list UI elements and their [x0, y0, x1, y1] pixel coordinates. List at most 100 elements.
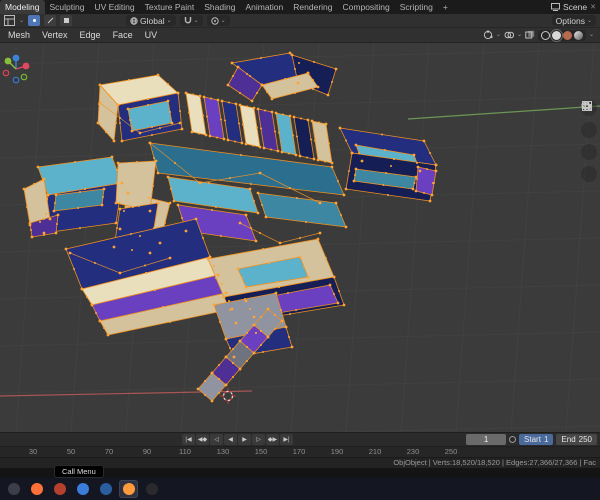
material-shading-button[interactable] — [562, 30, 572, 40]
chevron-down-icon: ⌄ — [220, 17, 226, 24]
viewport-controls — [581, 100, 597, 182]
edge-select-button[interactable] — [44, 15, 57, 26]
blender-icon — [122, 483, 135, 495]
frame-end-field[interactable]: End 250 — [556, 434, 597, 445]
tab-uv-editing[interactable]: UV Editing — [89, 0, 139, 14]
gizmo-toggle-icon[interactable] — [483, 30, 493, 40]
jump-to-start-button[interactable]: |◀ — [182, 434, 195, 445]
frame-range-controls: 1 Start 1 End 250 — [466, 434, 597, 445]
overlays-toggle-icon[interactable] — [504, 30, 514, 40]
add-workspace-button[interactable]: + — [438, 0, 453, 14]
chevron-down-icon[interactable]: ⌄ — [589, 32, 594, 38]
rendered-shading-button[interactable] — [573, 30, 583, 40]
cursor-3d — [220, 388, 236, 404]
face-select-button[interactable] — [60, 15, 73, 26]
mesh-statistics: ObjObject | Verts:18,520/18,520 | Edges:… — [393, 458, 596, 467]
tab-rendering[interactable]: Rendering — [288, 0, 337, 14]
face-icon — [63, 18, 69, 23]
tool-header: ⌄ Global ⌄ ⌄ ⌄ Options ⌄ — [0, 14, 600, 28]
menu-mesh[interactable]: Mesh — [2, 28, 36, 43]
tab-texture-paint[interactable]: Texture Paint — [140, 0, 200, 14]
edge-icon — [47, 17, 53, 24]
scene-icon — [551, 3, 561, 11]
end-value: 250 — [578, 435, 592, 444]
screen: { "topbar": { "tabs": [ {"label": "Model… — [0, 0, 600, 500]
start-value: 1 — [543, 435, 549, 444]
tab-scripting[interactable]: Scripting — [395, 0, 438, 14]
frame-start-field[interactable]: Start 1 — [519, 434, 554, 445]
current-frame-field[interactable]: 1 — [466, 434, 507, 445]
scene-unlink-icon[interactable]: ✕ — [590, 3, 596, 11]
prev-keyframe-button[interactable]: ◀◆ — [196, 434, 209, 445]
taskbar-app-firefox[interactable] — [27, 480, 46, 498]
prev-frame-button[interactable]: ◀ — [224, 434, 237, 445]
taskbar-app-edge[interactable] — [73, 480, 92, 498]
menu-bar: Mesh Vertex Edge Face UV ⌄ ⌄ ⌄ — [0, 28, 600, 43]
ortho-toggle-button[interactable] — [581, 101, 597, 182]
xray-toggle-icon[interactable] — [525, 30, 535, 40]
scene-selector[interactable]: Scene — [563, 2, 587, 12]
options-dropdown[interactable]: Options ⌄ — [551, 15, 596, 26]
proportional-edit-icon — [210, 16, 219, 25]
timeline-header: |◀ ◀◆ ◁ ◀ ▶ ▷ ◆▶ ▶| 1 Start 1 End 250 — [0, 432, 600, 446]
dark-app-icon — [145, 483, 158, 495]
jump-to-end-button[interactable]: ▶| — [280, 434, 293, 445]
solid-shading-button[interactable] — [549, 28, 563, 42]
taskbar-app-window[interactable] — [4, 480, 23, 498]
navigation-gizmo[interactable] — [0, 53, 32, 85]
taskbar — [0, 478, 600, 500]
tab-compositing[interactable]: Compositing — [338, 0, 395, 14]
chevron-down-icon: ⌄ — [193, 17, 199, 24]
browser-icon — [53, 483, 66, 495]
call-menu-tooltip: Call Menu — [54, 465, 104, 478]
chevron-down-icon[interactable]: ⌄ — [517, 32, 522, 38]
playback-controls: |◀ ◀◆ ◁ ◀ ▶ ▷ ◆▶ ▶| — [182, 434, 293, 445]
taskbar-app-blender[interactable] — [119, 480, 138, 498]
menu-face[interactable]: Face — [107, 28, 139, 43]
edge-icon — [76, 483, 89, 495]
menu-vertex[interactable]: Vertex — [36, 28, 74, 43]
play-reverse-button[interactable]: ◁ — [210, 434, 223, 445]
chevron-down-icon: ⌄ — [19, 17, 25, 24]
firefox-icon — [30, 483, 43, 495]
transform-orientation-dropdown[interactable]: Global ⌄ — [126, 15, 176, 26]
vscode-icon — [99, 483, 112, 495]
play-button[interactable]: ▷ — [252, 434, 265, 445]
chevron-down-icon[interactable]: ⌄ — [496, 32, 501, 38]
next-frame-button[interactable]: ▶ — [238, 434, 251, 445]
tab-sculpting[interactable]: Sculpting — [45, 0, 90, 14]
chevron-down-icon: ⌄ — [166, 17, 172, 24]
wireframe-shading-button[interactable] — [540, 30, 550, 40]
workspace-tabs: Modeling Sculpting UV Editing Texture Pa… — [0, 0, 600, 14]
orientation-label: Global — [140, 15, 165, 26]
camera-view-button[interactable] — [581, 103, 597, 160]
viewport-3d[interactable] — [0, 43, 600, 432]
mesh-canvas[interactable] — [0, 43, 600, 432]
options-label: Options — [555, 15, 585, 26]
magnet-icon — [184, 17, 191, 24]
tab-animation[interactable]: Animation — [240, 0, 288, 14]
proportional-editing-dropdown[interactable]: ⌄ — [206, 15, 230, 26]
next-keyframe-button[interactable]: ◆▶ — [266, 434, 279, 445]
shading-mode-group — [537, 28, 586, 42]
pan-button[interactable] — [581, 102, 597, 138]
snap-dropdown[interactable]: ⌄ — [179, 15, 203, 26]
taskbar-app-vscode[interactable] — [96, 480, 115, 498]
tab-modeling[interactable]: Modeling — [0, 0, 45, 14]
tab-shading[interactable]: Shading — [199, 0, 240, 14]
taskbar-app-browser[interactable] — [50, 480, 69, 498]
vertex-select-button[interactable] — [28, 15, 41, 26]
editor-type-icon[interactable] — [4, 15, 15, 26]
menu-edge[interactable]: Edge — [74, 28, 107, 43]
window-app-icon — [7, 483, 20, 495]
vertex-icon — [32, 19, 36, 22]
tooltip-label: Call Menu — [62, 467, 96, 476]
end-label: End — [561, 435, 576, 444]
start-label: Start — [524, 435, 541, 444]
auto-key-icon[interactable] — [509, 436, 517, 443]
timeline-ruler[interactable]: 30 50 70 90 110 130 150 170 190 210 230 250 — [0, 446, 600, 457]
grid-ortho-icon — [582, 101, 592, 111]
globe-icon — [130, 16, 138, 25]
taskbar-app-dark[interactable] — [142, 480, 161, 498]
menu-uv[interactable]: UV — [139, 28, 164, 43]
